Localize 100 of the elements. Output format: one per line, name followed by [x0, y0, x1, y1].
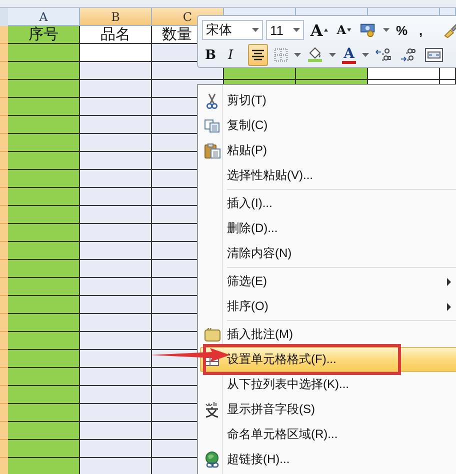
menu-item[interactable]: 剪切(T): [200, 88, 456, 113]
row-header[interactable]: [0, 404, 8, 422]
shrink-font-button[interactable]: A: [334, 19, 354, 41]
table-cell: [8, 80, 80, 98]
row-header[interactable]: [0, 134, 8, 152]
table-cell: [80, 134, 152, 152]
table-cell: [80, 296, 152, 314]
table-cell: [8, 278, 80, 296]
table-cell: [80, 224, 152, 242]
row-header[interactable]: [0, 386, 8, 404]
font-color-button[interactable]: A: [339, 44, 359, 66]
table-cell: [8, 296, 80, 314]
row-header[interactable]: [0, 242, 8, 260]
row-header[interactable]: [0, 350, 8, 368]
row-header[interactable]: [0, 206, 8, 224]
table-cell: [80, 440, 152, 458]
percent-button[interactable]: %: [392, 19, 413, 41]
table-cell: [80, 242, 152, 260]
row-header[interactable]: [0, 98, 8, 116]
select-all-corner[interactable]: [0, 8, 8, 26]
table-cell: [80, 170, 152, 188]
row-header[interactable]: [0, 260, 8, 278]
table-cell: [8, 188, 80, 206]
column-header[interactable]: A: [8, 8, 80, 26]
comma-button[interactable]: ,: [416, 19, 436, 41]
merge-cells-icon: [425, 48, 443, 62]
row-header[interactable]: [0, 278, 8, 296]
font-name-dropdown[interactable]: 宋体: [202, 20, 264, 40]
table-cell: [8, 260, 80, 278]
menu-item[interactable]: 排序(O): [200, 294, 456, 319]
table-cell: [8, 116, 80, 134]
row-header[interactable]: [0, 170, 8, 188]
scissors-icon: [206, 92, 218, 108]
table-cell: [80, 368, 152, 386]
menu-item[interactable]: 清除内容(N): [200, 241, 456, 266]
dropdown-icon[interactable]: [294, 52, 301, 58]
table-cell: [80, 278, 152, 296]
header-cell: 序号: [8, 26, 80, 44]
menu-item[interactable]: 超链接(H)...: [200, 447, 456, 472]
table-cell: [8, 62, 80, 80]
table-cell: [8, 386, 80, 404]
table-cell: [80, 98, 152, 116]
menu-item[interactable]: 显示拼音字段(S): [200, 397, 456, 422]
row-header[interactable]: [0, 332, 8, 350]
table-cell: [80, 62, 152, 80]
row-header[interactable]: [0, 458, 8, 474]
italic-button[interactable]: I: [225, 44, 245, 66]
table-cell: [80, 458, 152, 474]
row-header[interactable]: [0, 296, 8, 314]
center-button[interactable]: [248, 44, 268, 66]
menu-item[interactable]: 命名单元格区域(R)...: [200, 422, 456, 447]
table-cell: [8, 422, 80, 440]
menu-item[interactable]: 筛选(E): [200, 269, 456, 294]
menu-item[interactable]: 复制(C): [200, 113, 456, 138]
row-header[interactable]: [0, 116, 8, 134]
table-cell: [80, 386, 152, 404]
row-header[interactable]: [0, 314, 8, 332]
globe-link-icon: [204, 451, 220, 468]
note-icon: [204, 328, 220, 342]
money-icon: [360, 22, 378, 38]
row-header[interactable]: [0, 44, 8, 62]
paintbrush-icon: [442, 22, 456, 38]
font-size-dropdown[interactable]: 11: [266, 20, 304, 40]
table-cell: [80, 314, 152, 332]
row-header[interactable]: [0, 62, 8, 80]
header-cell: 品名: [80, 26, 152, 44]
table-cell: [80, 332, 152, 350]
align-center-icon: [251, 48, 265, 62]
row-header[interactable]: [0, 440, 8, 458]
dropdown-icon[interactable]: [293, 28, 300, 32]
row-header[interactable]: [0, 80, 8, 98]
row-header[interactable]: [0, 188, 8, 206]
table-cell: [8, 224, 80, 242]
row-header[interactable]: [0, 152, 8, 170]
menu-item[interactable]: 设置单元格格式(F)...: [200, 347, 456, 372]
row-header[interactable]: [0, 422, 8, 440]
table-cell: [8, 134, 80, 152]
menu-item[interactable]: 插入批注(M): [200, 322, 456, 347]
table-cell: [8, 242, 80, 260]
menu-item[interactable]: 从下拉列表中选择(K)...: [200, 372, 456, 397]
table-cell: [8, 368, 80, 386]
up-triangle-icon: [324, 28, 328, 32]
fill-bucket-icon: [307, 47, 323, 63]
menu-item[interactable]: 删除(D)...: [200, 216, 456, 241]
column-header[interactable]: B: [80, 8, 152, 26]
menu-item[interactable]: 选择性粘贴(V)...: [200, 163, 456, 188]
table-cell: [80, 116, 152, 134]
menu-item[interactable]: 插入(I)...: [200, 191, 456, 216]
table-cell: [8, 170, 80, 188]
table-cell: [8, 404, 80, 422]
table-cell: [8, 440, 80, 458]
bold-button[interactable]: B: [202, 44, 222, 66]
menu-item[interactable]: 粘贴(P): [200, 138, 456, 163]
grow-font-button[interactable]: A: [307, 19, 331, 41]
row-header[interactable]: [0, 368, 8, 386]
row-header[interactable]: [0, 26, 8, 44]
dropdown-icon[interactable]: [329, 52, 336, 58]
row-header[interactable]: [0, 224, 8, 242]
table-cell: [80, 260, 152, 278]
dropdown-icon[interactable]: [362, 52, 369, 58]
